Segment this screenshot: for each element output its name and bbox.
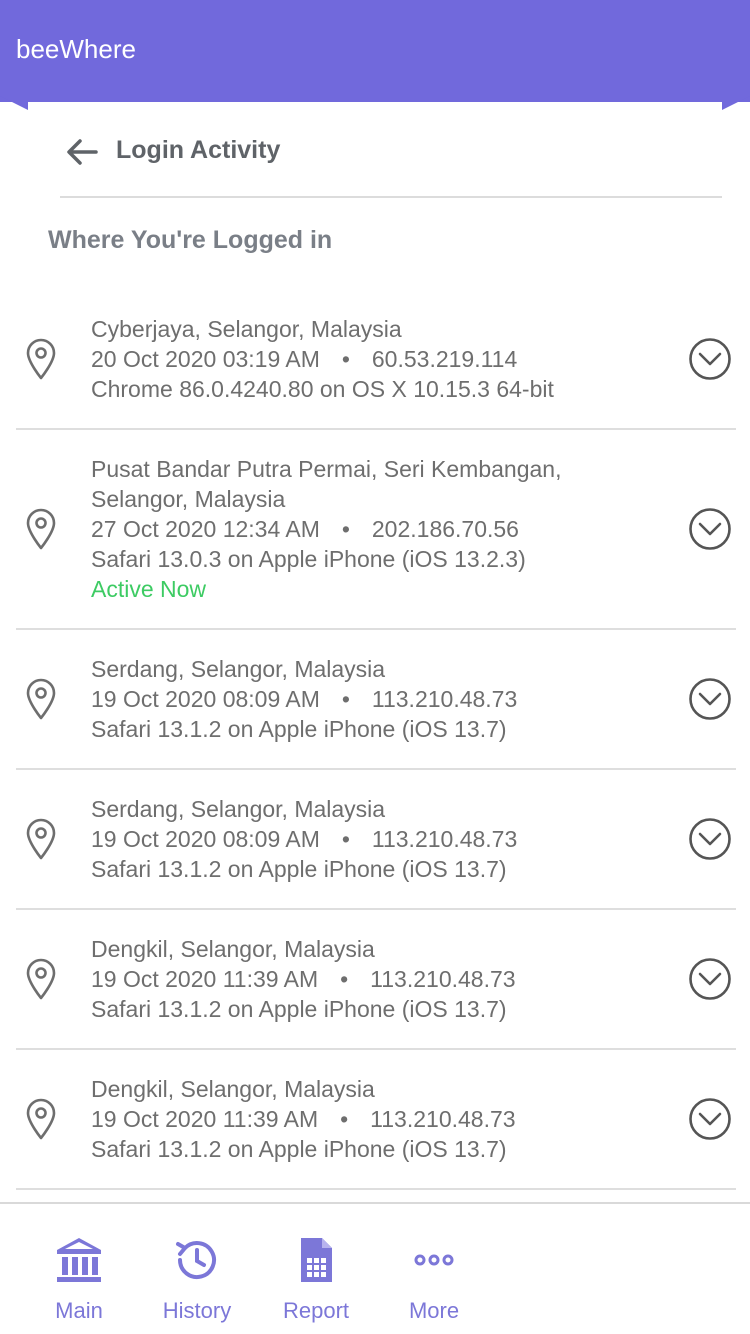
header-notch-right xyxy=(722,96,750,110)
session-ip: 60.53.219.114 xyxy=(371,346,518,372)
session-location: Serdang, Selangor, Malaysia xyxy=(91,796,386,822)
session-datetime: 19 Oct 2020 11:39 AM xyxy=(91,966,319,992)
session-time-ip: 19 Oct 2020 08:09 AM • 113.210.48.73 xyxy=(91,684,517,714)
active-now-status: Active Now xyxy=(91,576,207,602)
tab-more[interactable]: More xyxy=(374,1204,494,1334)
session-location: Pusat Bandar Putra Permai, Seri Kembanga… xyxy=(91,456,562,482)
location-pin-icon xyxy=(24,508,58,550)
tab-label: Report xyxy=(282,1298,350,1323)
session-device: Chrome 86.0.4240.80 on OS X 10.15.3 64-b… xyxy=(91,376,554,402)
session-ip: 113.210.48.73 xyxy=(370,966,516,992)
session-device: Safari 13.1.2 on Apple iPhone (iOS 13.7) xyxy=(91,716,507,742)
report-icon xyxy=(290,1234,342,1286)
expand-session-button[interactable] xyxy=(688,507,732,551)
more-icon xyxy=(408,1234,460,1286)
page-header: Login Activity xyxy=(60,128,722,198)
session-device: Safari 13.1.2 on Apple iPhone (iOS 13.7) xyxy=(91,856,507,882)
separator-dot: • xyxy=(340,966,349,992)
session-details: Serdang, Selangor, Malaysia 19 Oct 2020 0… xyxy=(91,654,517,744)
expand-session-button[interactable] xyxy=(688,817,732,861)
session-device: Safari 13.1.2 on Apple iPhone (iOS 13.7) xyxy=(91,1136,507,1162)
chevron-down-circle-icon xyxy=(689,338,731,380)
session-details: Dengkil, Selangor, Malaysia 19 Oct 2020 1… xyxy=(91,934,516,1024)
location-pin-icon xyxy=(24,678,58,720)
location-pin-icon xyxy=(24,338,58,380)
expand-session-button[interactable] xyxy=(688,677,732,721)
expand-session-button[interactable] xyxy=(688,1097,732,1141)
session-datetime: 20 Oct 2020 03:19 AM xyxy=(91,346,320,372)
session-time-ip: 27 Oct 2020 12:34 AM • 202.186.70.56 xyxy=(91,514,561,544)
tab-label: History xyxy=(162,1298,232,1323)
session-location: Serdang, Selangor, Malaysia xyxy=(91,656,386,682)
session-time-ip: 19 Oct 2020 11:39 AM • 113.210.48.73 xyxy=(91,964,516,994)
tab-history[interactable]: History xyxy=(137,1204,257,1334)
chevron-down-circle-icon xyxy=(689,678,731,720)
session-datetime: 19 Oct 2020 11:39 AM xyxy=(91,1106,319,1132)
tab-label: Main xyxy=(55,1298,103,1323)
session-time-ip: 19 Oct 2020 11:39 AM • 113.210.48.73 xyxy=(91,1104,516,1134)
separator-dot: • xyxy=(341,686,350,712)
session-item: Serdang, Selangor, Malaysia 19 Oct 2020 0… xyxy=(16,770,736,910)
session-item: Serdang, Selangor, Malaysia 19 Oct 2020 0… xyxy=(16,630,736,770)
session-item: Dengkil, Selangor, Malaysia 19 Oct 2020 1… xyxy=(16,1050,736,1190)
bottom-tab-bar: Main History Report More xyxy=(0,1202,750,1334)
separator-dot: • xyxy=(340,1106,349,1132)
session-device: Safari 13.1.2 on Apple iPhone (iOS 13.7) xyxy=(91,996,507,1022)
chevron-down-circle-icon xyxy=(689,508,731,550)
header-notch-left xyxy=(0,96,28,110)
location-pin-icon xyxy=(24,958,58,1000)
page-title: Login Activity xyxy=(116,136,281,164)
app-title: beeWhere xyxy=(16,34,136,64)
session-item: Pusat Bandar Putra Permai, Seri Kembanga… xyxy=(16,430,736,630)
expand-session-button[interactable] xyxy=(688,957,732,1001)
session-location: Dengkil, Selangor, Malaysia xyxy=(91,1076,375,1102)
session-device: Safari 13.0.3 on Apple iPhone (iOS 13.2.… xyxy=(91,546,526,572)
tab-report[interactable]: Report xyxy=(256,1204,376,1334)
session-details: Cyberjaya, Selangor, Malaysia 20 Oct 2020… xyxy=(91,314,554,404)
session-details: Pusat Bandar Putra Permai, Seri Kembanga… xyxy=(91,454,561,604)
separator-dot: • xyxy=(341,826,350,852)
separator-dot: • xyxy=(341,346,350,372)
session-datetime: 19 Oct 2020 08:09 AM xyxy=(91,686,320,712)
expand-session-button[interactable] xyxy=(688,337,732,381)
location-pin-icon xyxy=(24,818,58,860)
separator-dot: • xyxy=(341,516,350,542)
session-datetime: 19 Oct 2020 08:09 AM xyxy=(91,826,320,852)
session-location: Dengkil, Selangor, Malaysia xyxy=(91,936,375,962)
session-ip: 113.210.48.73 xyxy=(370,1106,516,1132)
chevron-down-circle-icon xyxy=(689,1098,731,1140)
app-header: beeWhere xyxy=(0,0,750,102)
session-ip: 202.186.70.56 xyxy=(371,516,519,542)
chevron-down-circle-icon xyxy=(689,958,731,1000)
tab-label: More xyxy=(408,1298,460,1323)
session-datetime: 27 Oct 2020 12:34 AM xyxy=(91,516,320,542)
section-title: Where You're Logged in xyxy=(48,226,333,254)
bank-icon xyxy=(53,1234,105,1286)
session-location: Selangor, Malaysia xyxy=(91,486,286,512)
session-time-ip: 19 Oct 2020 08:09 AM • 113.210.48.73 xyxy=(91,824,517,854)
session-item: Dengkil, Selangor, Malaysia 19 Oct 2020 1… xyxy=(16,910,736,1050)
history-icon xyxy=(171,1234,223,1286)
session-item: Cyberjaya, Selangor, Malaysia 20 Oct 2020… xyxy=(16,290,736,430)
chevron-down-circle-icon xyxy=(689,818,731,860)
arrow-left-icon xyxy=(67,139,98,165)
session-list: Cyberjaya, Selangor, Malaysia 20 Oct 2020… xyxy=(16,290,736,1190)
session-details: Serdang, Selangor, Malaysia 19 Oct 2020 0… xyxy=(91,794,517,884)
session-location: Cyberjaya, Selangor, Malaysia xyxy=(91,316,402,342)
session-time-ip: 20 Oct 2020 03:19 AM • 60.53.219.114 xyxy=(91,344,554,374)
session-details: Dengkil, Selangor, Malaysia 19 Oct 2020 1… xyxy=(91,1074,516,1164)
back-button[interactable] xyxy=(62,132,102,172)
session-ip: 113.210.48.73 xyxy=(371,826,518,852)
location-pin-icon xyxy=(24,1098,58,1140)
tab-main[interactable]: Main xyxy=(19,1204,139,1334)
session-ip: 113.210.48.73 xyxy=(371,686,518,712)
